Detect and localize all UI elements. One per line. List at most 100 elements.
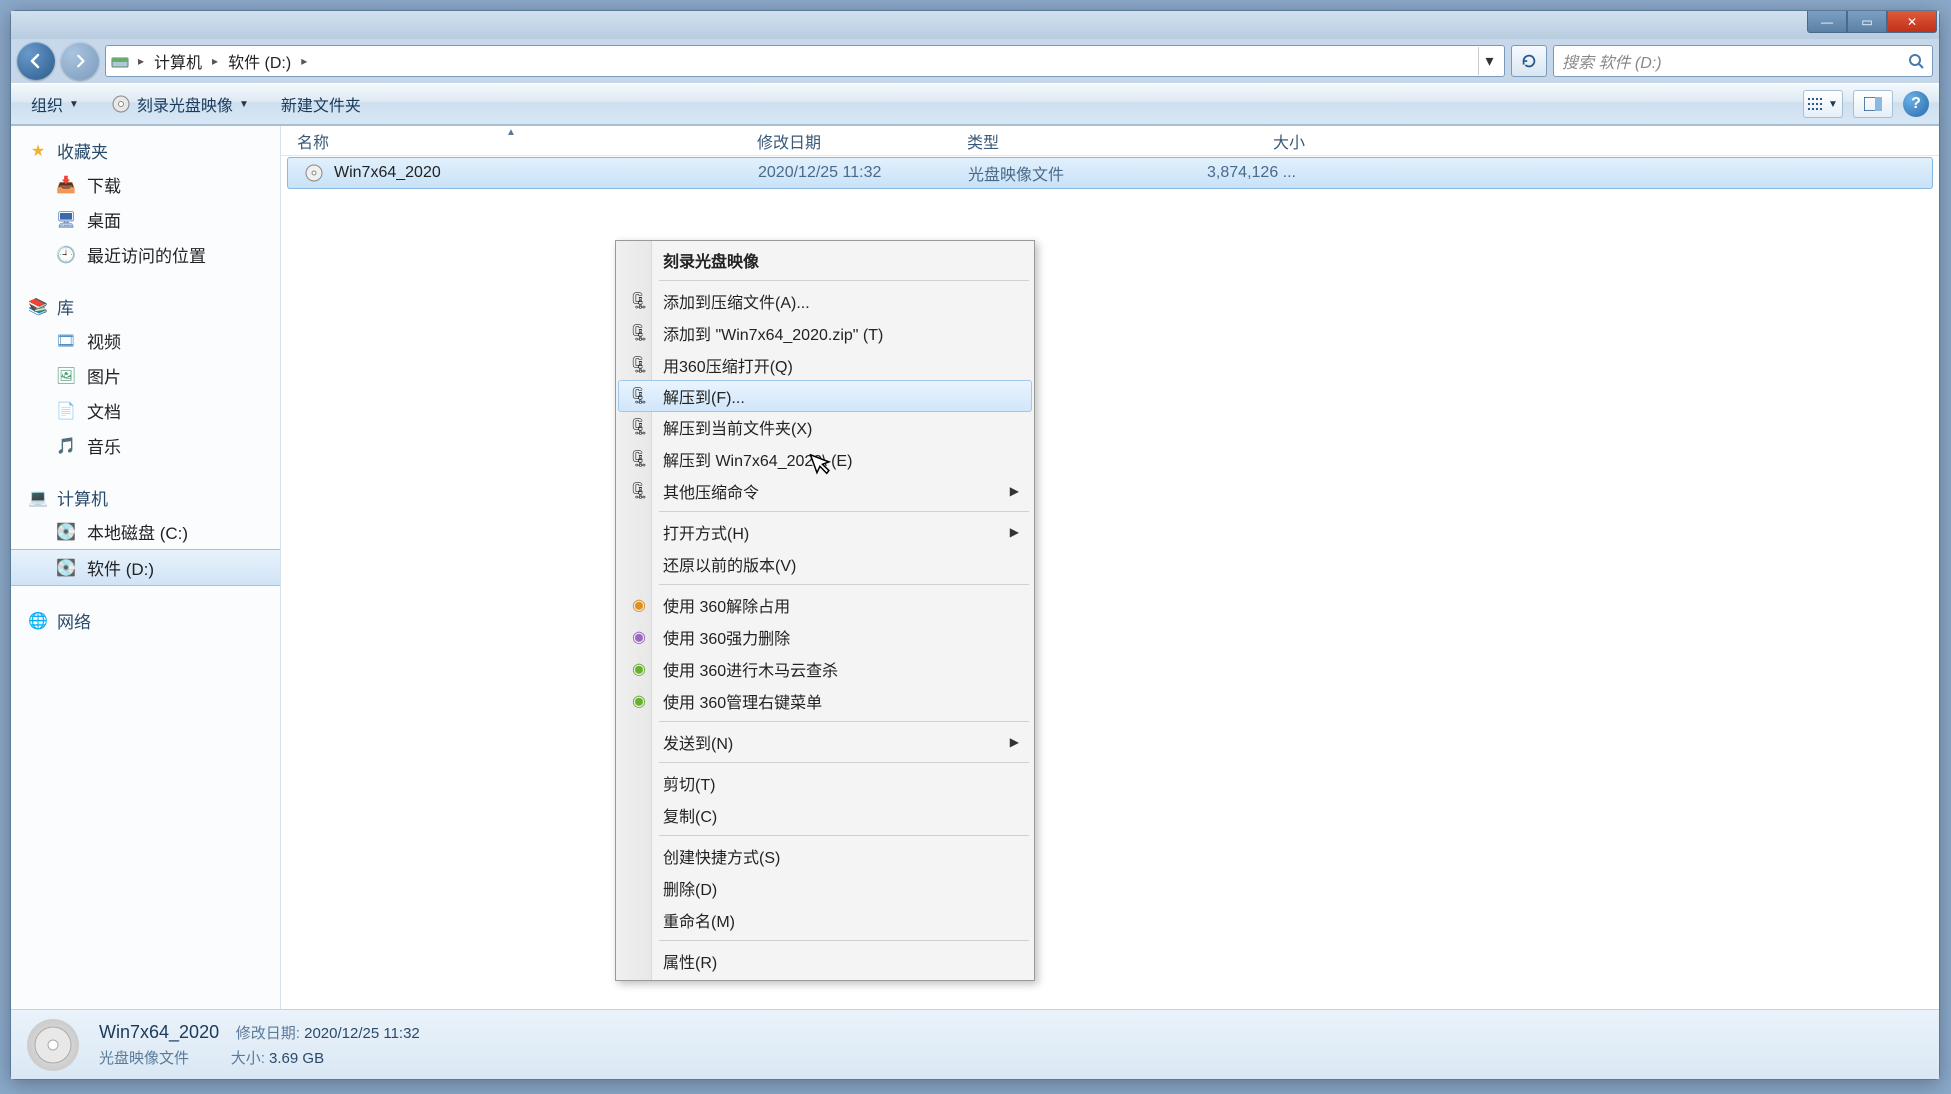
archive-icon: 🗜 (627, 353, 651, 377)
picture-icon: 🖼 (55, 365, 77, 387)
ctx-copy[interactable]: 复制(C) (619, 799, 1031, 831)
file-name: Win7x64_2020 (334, 164, 441, 182)
computer-icon: 💻 (27, 487, 49, 509)
360-icon: ◉ (627, 657, 651, 681)
sort-asc-icon: ▲ (506, 127, 516, 138)
submenu-arrow-icon: ▶ (1010, 525, 1019, 539)
sidebar-item-recent[interactable]: 🕘最近访问的位置 (11, 237, 280, 272)
breadcrumb-current[interactable]: 软件 (D:) (226, 49, 293, 73)
column-header-size[interactable]: 大小 (1161, 129, 1321, 153)
details-filetype: 光盘映像文件 (99, 1050, 189, 1067)
ctx-360-menu[interactable]: ◉使用 360管理右键菜单 (619, 685, 1031, 717)
view-options-button[interactable]: ▼ (1803, 90, 1843, 118)
file-row[interactable]: Win7x64_2020 2020/12/25 11:32 光盘映像文件 3,8… (287, 157, 1933, 189)
sidebar-group-favorites[interactable]: ★ 收藏夹 (11, 134, 280, 167)
video-icon: 🎞 (55, 330, 77, 352)
ctx-add-archive[interactable]: 🗜添加到压缩文件(A)... (619, 285, 1031, 317)
archive-icon: 🗜 (627, 384, 651, 408)
ctx-360-scan[interactable]: ◉使用 360进行木马云查杀 (619, 653, 1031, 685)
archive-icon: 🗜 (627, 321, 651, 345)
column-header-type[interactable]: 类型 (951, 129, 1161, 153)
preview-pane-button[interactable] (1853, 90, 1893, 118)
nav-back-button[interactable] (17, 42, 55, 80)
close-button[interactable]: ✕ (1887, 11, 1937, 33)
column-header-name[interactable]: ▲名称 (281, 129, 741, 153)
details-size-value: 3.69 GB (269, 1050, 324, 1067)
organize-button[interactable]: 组织▼ (21, 88, 89, 120)
sidebar-item-downloads[interactable]: 📥下载 (11, 167, 280, 202)
chevron-down-icon: ▼ (69, 99, 79, 110)
ctx-burn-image[interactable]: 刻录光盘映像 (619, 244, 1031, 276)
ctx-properties[interactable]: 属性(R) (619, 945, 1031, 977)
new-folder-button[interactable]: 新建文件夹 (271, 88, 371, 120)
sidebar-group-libraries[interactable]: 📚 库 (11, 290, 280, 323)
ctx-360-unlock[interactable]: ◉使用 360解除占用 (619, 589, 1031, 621)
desktop-icon: 🖥 (55, 209, 77, 231)
sidebar-item-desktop[interactable]: 🖥桌面 (11, 202, 280, 237)
file-date: 2020/12/25 11:32 (742, 164, 952, 182)
search-input[interactable]: 搜索 软件 (D:) (1553, 45, 1933, 77)
sidebar-group-network[interactable]: 🌐 网络 (11, 604, 280, 637)
iso-file-icon (304, 163, 324, 183)
details-date-label: 修改日期: (236, 1025, 300, 1042)
recent-icon: 🕘 (55, 244, 77, 266)
sidebar-item-pictures[interactable]: 🖼图片 (11, 358, 280, 393)
disc-icon (111, 94, 131, 114)
star-icon: ★ (27, 140, 49, 162)
details-size-label: 大小: (231, 1050, 265, 1067)
sidebar-item-drive-d[interactable]: 💽软件 (D:) (11, 549, 280, 586)
ctx-extract-named[interactable]: 🗜解压到 Win7x64_2020\ (E) (619, 443, 1031, 475)
ctx-shortcut[interactable]: 创建快捷方式(S) (619, 840, 1031, 872)
ctx-open-with[interactable]: 打开方式(H)▶ (619, 516, 1031, 548)
minimize-button[interactable]: — (1807, 11, 1847, 33)
details-filename: Win7x64_2020 (99, 1022, 219, 1042)
archive-icon: 🗜 (627, 289, 651, 313)
file-type: 光盘映像文件 (952, 161, 1162, 185)
column-headers: ▲名称 修改日期 类型 大小 (281, 126, 1939, 156)
ctx-other-zip[interactable]: 🗜其他压缩命令▶ (619, 475, 1031, 507)
file-list: ▲名称 修改日期 类型 大小 Win7x64_2020 2020/12/25 1… (281, 126, 1939, 1009)
column-header-date[interactable]: 修改日期 (741, 129, 951, 153)
ctx-delete[interactable]: 删除(D) (619, 872, 1031, 904)
archive-icon: 🗜 (627, 415, 651, 439)
address-bar[interactable]: ▸ 计算机 ▸ 软件 (D:) ▸ ▾ (105, 45, 1505, 77)
sidebar-item-drive-c[interactable]: 💽本地磁盘 (C:) (11, 514, 280, 549)
chevron-down-icon: ▼ (239, 99, 249, 110)
address-dropdown-button[interactable]: ▾ (1478, 47, 1500, 75)
ctx-extract-to[interactable]: 🗜解压到(F)... (618, 380, 1032, 412)
search-icon (1908, 53, 1924, 69)
breadcrumb-computer[interactable]: 计算机 (152, 49, 204, 73)
maximize-button[interactable]: ▭ (1847, 11, 1887, 33)
burn-image-button[interactable]: 刻录光盘映像▼ (101, 88, 259, 120)
submenu-arrow-icon: ▶ (1010, 735, 1019, 749)
ctx-extract-here[interactable]: 🗜解压到当前文件夹(X) (619, 411, 1031, 443)
context-menu: 刻录光盘映像 🗜添加到压缩文件(A)... 🗜添加到 "Win7x64_2020… (615, 240, 1035, 981)
drive-icon: 💽 (55, 557, 77, 579)
sidebar-group-computer[interactable]: 💻 计算机 (11, 481, 280, 514)
ctx-send-to[interactable]: 发送到(N)▶ (619, 726, 1031, 758)
360-icon: ◉ (627, 593, 651, 617)
download-icon: 📥 (55, 174, 77, 196)
submenu-arrow-icon: ▶ (1010, 484, 1019, 498)
breadcrumb-separator-icon: ▸ (138, 54, 144, 68)
ctx-cut[interactable]: 剪切(T) (619, 767, 1031, 799)
ctx-add-zip[interactable]: 🗜添加到 "Win7x64_2020.zip" (T) (619, 317, 1031, 349)
ctx-open-360zip[interactable]: 🗜用360压缩打开(Q) (619, 349, 1031, 381)
sidebar-item-videos[interactable]: 🎞视频 (11, 323, 280, 358)
file-size: 3,874,126 ... (1162, 164, 1312, 182)
chevron-down-icon: ▼ (1828, 99, 1838, 110)
360-icon: ◉ (627, 625, 651, 649)
ctx-restore-previous[interactable]: 还原以前的版本(V) (619, 548, 1031, 580)
ctx-rename[interactable]: 重命名(M) (619, 904, 1031, 936)
sidebar: ★ 收藏夹 📥下载 🖥桌面 🕘最近访问的位置 📚 库 🎞视频 🖼图片 📄文档 🎵… (11, 126, 281, 1009)
sidebar-item-music[interactable]: 🎵音乐 (11, 428, 280, 463)
nav-forward-button[interactable] (61, 42, 99, 80)
toolbar: 组织▼ 刻录光盘映像▼ 新建文件夹 ▼ ? (11, 83, 1939, 125)
sidebar-item-documents[interactable]: 📄文档 (11, 393, 280, 428)
refresh-button[interactable] (1511, 45, 1547, 77)
drive-icon (110, 51, 130, 71)
help-button[interactable]: ? (1903, 91, 1929, 117)
file-thumbnail (27, 1019, 79, 1071)
document-icon: 📄 (55, 400, 77, 422)
ctx-360-delete[interactable]: ◉使用 360强力删除 (619, 621, 1031, 653)
